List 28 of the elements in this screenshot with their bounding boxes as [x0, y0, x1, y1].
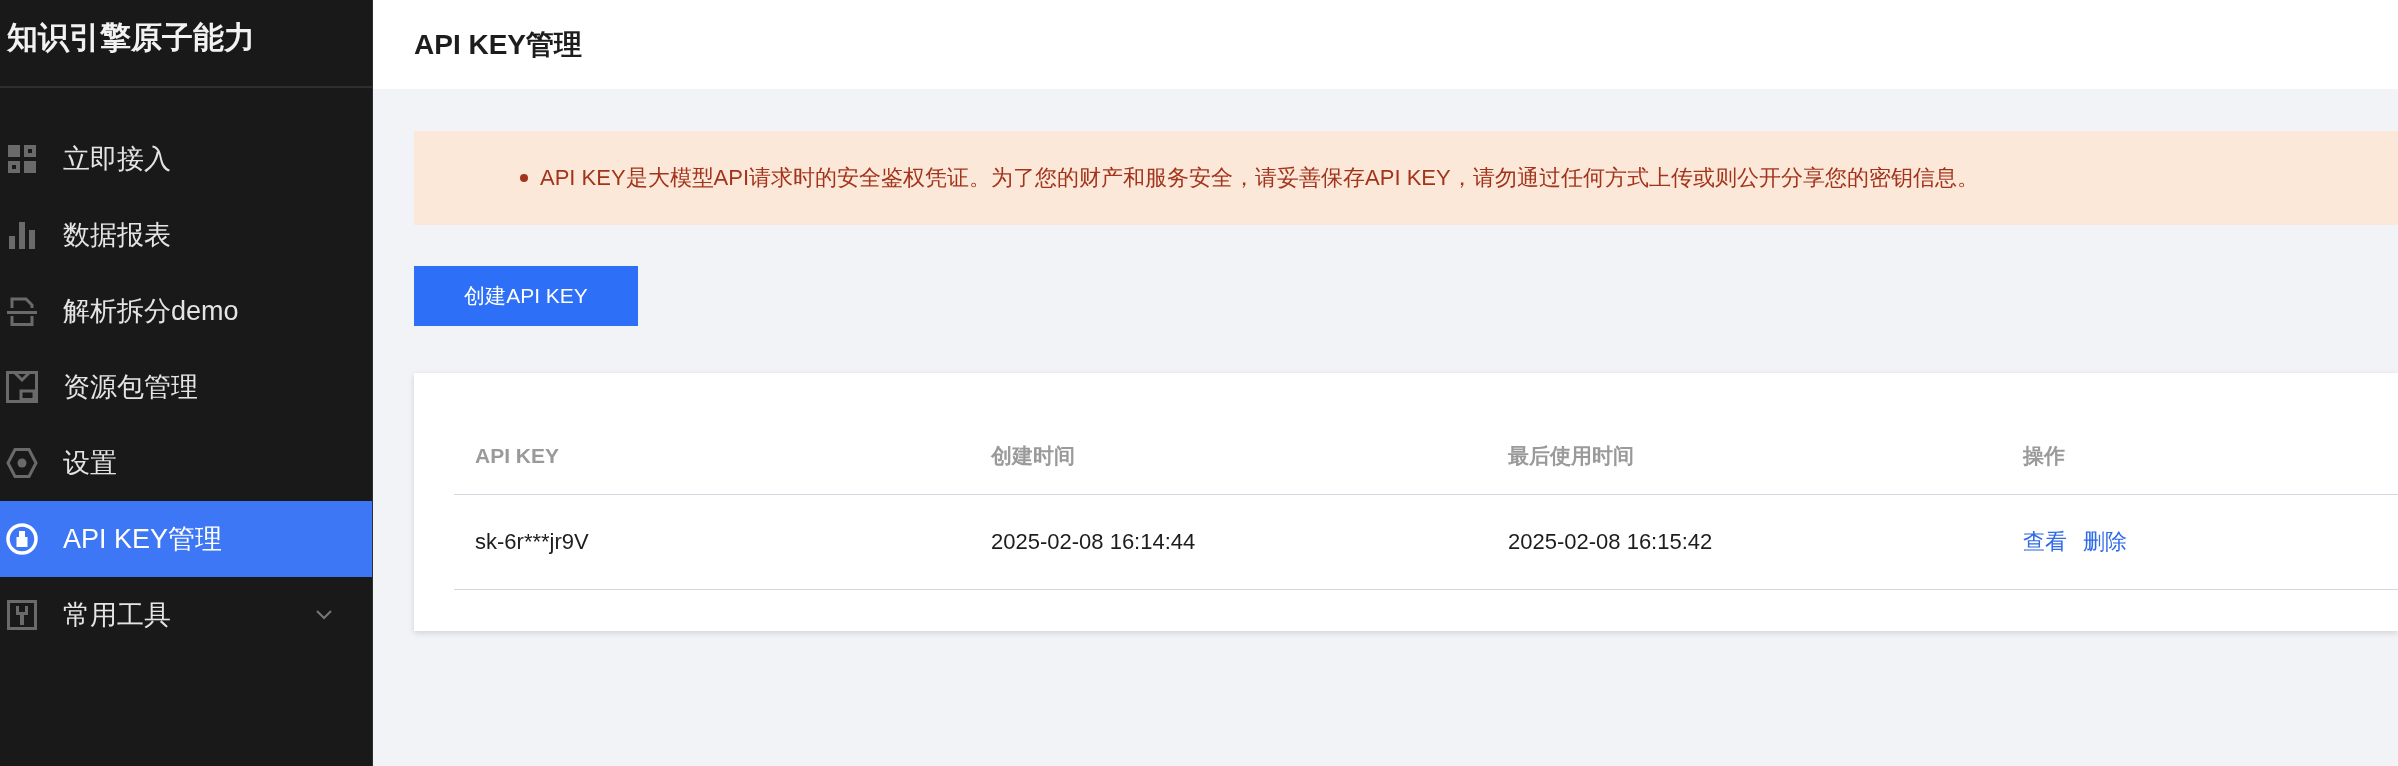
- create-key-button[interactable]: 创建API KEY: [414, 266, 638, 326]
- package-icon: [6, 371, 38, 403]
- action-link[interactable]: 删除: [2083, 529, 2127, 554]
- app-title: 知识引擎原子能力: [7, 20, 255, 55]
- page-title: API KEY管理: [414, 27, 583, 62]
- sidebar-item[interactable]: 常用工具: [0, 577, 372, 653]
- sidebar-item[interactable]: 资源包管理: [0, 349, 372, 425]
- bullet-icon: [520, 174, 528, 182]
- column-header: 创建时间: [991, 444, 1075, 467]
- wrench-box-icon: [6, 599, 38, 631]
- notice-text: API KEY是大模型API请求时的安全鉴权凭证。为了您的财产和服务安全，请妥善保存API KEY，请勿通过任何方式上传或则公开分享您的密钥信息。: [540, 164, 1979, 192]
- sidebar-item[interactable]: 设置: [0, 425, 372, 501]
- column-header: 最后使用时间: [1508, 444, 1634, 467]
- lock-circle-icon: [6, 523, 38, 555]
- sidebar-item[interactable]: 数据报表: [0, 197, 372, 273]
- hexagon-icon: [6, 447, 38, 479]
- sidebar-item[interactable]: 解析拆分demo: [0, 273, 372, 349]
- bar-chart-icon: [6, 219, 38, 251]
- column-header: 操作: [2023, 444, 2065, 467]
- scan-icon: [6, 295, 38, 327]
- sidebar-item[interactable]: 立即接入: [0, 121, 372, 197]
- action-link[interactable]: 查看: [2023, 529, 2067, 554]
- table-cell: sk-6r***jr9V: [475, 529, 589, 554]
- table-cell: 2025-02-08 16:14:44: [991, 529, 1196, 554]
- column-header: API KEY: [475, 444, 560, 467]
- grid-icon: [6, 143, 38, 175]
- sidebar-item[interactable]: API KEY管理: [0, 501, 372, 577]
- table-cell: 2025-02-08 16:15:42: [1508, 529, 1713, 554]
